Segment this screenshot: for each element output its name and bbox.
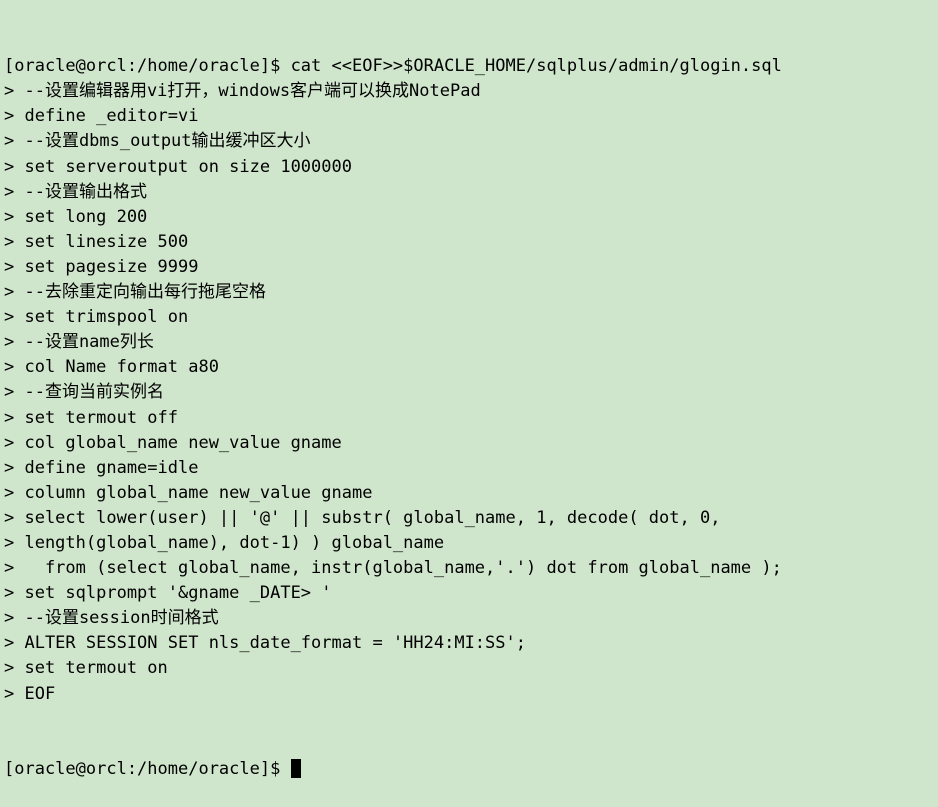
terminal-line: > column global_name new_value gname (4, 482, 373, 503)
terminal-line: > --去除重定向输出每行拖尾空格 (4, 282, 266, 303)
terminal-line: > set termout off (4, 407, 178, 428)
terminal-line: > set serveroutput on size 1000000 (4, 156, 352, 177)
terminal-line: > --设置name列长 (4, 332, 154, 353)
terminal-line: > set trimspool on (4, 307, 189, 328)
shell-prompt: [oracle@orcl:/home/oracle]$ (4, 758, 291, 779)
terminal-line: > define _editor=vi (4, 106, 199, 127)
terminal-line: > set long 200 (4, 206, 148, 227)
terminal-line: > --设置编辑器用vi打开，windows客户端可以换成NotePad (4, 81, 481, 102)
terminal-prompt-line: [oracle@orcl:/home/oracle]$ (4, 757, 938, 782)
terminal-line: > from (select global_name, instr(global… (4, 558, 782, 579)
text-cursor (290, 758, 301, 778)
terminal-line: > --设置session时间格式 (4, 608, 219, 629)
terminal-line: > select lower(user) || '@' || substr( g… (4, 507, 721, 528)
terminal-screen[interactable]: [oracle@orcl:/home/oracle]$ cat <<EOF>>$… (0, 0, 938, 779)
terminal-output: [oracle@orcl:/home/oracle]$ cat <<EOF>>$… (4, 54, 938, 706)
terminal-line: > EOF (4, 683, 56, 704)
terminal-line: > col Name format a80 (4, 357, 219, 378)
terminal-line: [oracle@orcl:/home/oracle]$ cat <<EOF>>$… (4, 56, 782, 77)
terminal-line: > set pagesize 9999 (4, 256, 199, 277)
terminal-line: > ALTER SESSION SET nls_date_format = 'H… (4, 633, 526, 654)
terminal-line: > define gname=idle (4, 457, 199, 478)
terminal-line: > --设置dbms_output输出缓冲区大小 (4, 131, 311, 152)
terminal-line: > length(global_name), dot-1) ) global_n… (4, 532, 445, 553)
terminal-line: > --设置输出格式 (4, 181, 147, 202)
terminal-line: > --查询当前实例名 (4, 382, 164, 403)
terminal-line: > col global_name new_value gname (4, 432, 342, 453)
terminal-line: > set sqlprompt '&gname _DATE> ' (4, 583, 332, 604)
terminal-line: > set linesize 500 (4, 231, 189, 252)
terminal-line: > set termout on (4, 658, 168, 679)
